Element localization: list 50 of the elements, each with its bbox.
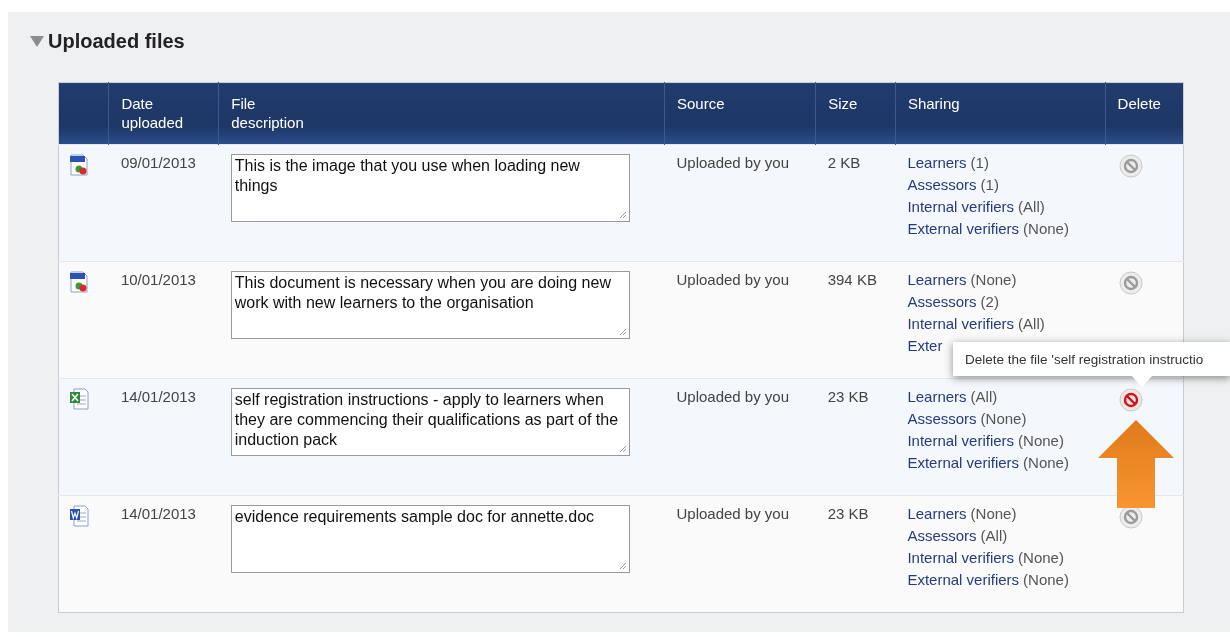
resize-grip-icon[interactable] [617, 210, 627, 219]
description-field[interactable]: This is the image that you use when loading new things [230, 154, 630, 222]
sharing-count: (All) [1018, 197, 1045, 217]
date-text: 14/01/2013 [120, 388, 196, 405]
source-text: Uploaded by you [676, 271, 790, 288]
sharing-count: (1) [970, 153, 989, 173]
sharing-count: (None) [1018, 431, 1064, 451]
sharing-count: (1) [980, 175, 999, 195]
sharing-count: (None) [1018, 548, 1064, 568]
spreadsheet-file-icon [69, 388, 89, 410]
description-field[interactable]: This document is necessary when you are doing new work with new learners to the organisation [230, 271, 630, 339]
source-text: Uploaded by you [676, 388, 790, 405]
size-text: 23 KB [827, 388, 869, 405]
column-header: Sharing [907, 94, 960, 113]
resize-grip-icon[interactable] [617, 561, 627, 570]
collapse-caret-icon[interactable] [30, 35, 44, 47]
size-text: 394 KB [827, 271, 877, 288]
column-header: Size [828, 94, 858, 113]
sharing-count: (All) [970, 387, 998, 407]
description-field[interactable]: self registration instructions - apply to learners when they are commencing their qualifications as part of the induction pack [230, 388, 630, 456]
sharing-count: (2) [980, 292, 999, 312]
delete-icon[interactable] [1119, 154, 1144, 178]
date-text: 10/01/2013 [120, 271, 196, 288]
size-text: 23 KB [827, 505, 869, 522]
sharing-count: (None) [1023, 570, 1069, 590]
column-header: Delete [1117, 94, 1161, 113]
source-text: Uploaded by you [676, 505, 790, 522]
resize-grip-icon[interactable] [617, 444, 627, 453]
date-text: 14/01/2013 [120, 505, 196, 522]
date-text: 09/01/2013 [120, 154, 196, 171]
resize-grip-icon[interactable] [617, 327, 627, 336]
column-header: Date uploaded [121, 94, 185, 132]
sharing-count: (None) [1023, 453, 1069, 473]
source-text: Uploaded by you [676, 154, 790, 171]
image-file-icon [69, 154, 89, 176]
sharing-count: (None) [1023, 219, 1069, 239]
delete-icon[interactable] [1119, 388, 1144, 412]
sharing-count: (None) [970, 504, 1017, 524]
sharing-count: (None) [970, 270, 1017, 290]
column-header: Source [676, 94, 725, 113]
column-header: File description [231, 94, 305, 132]
size-text: 2 KB [827, 154, 861, 171]
sharing-count: (None) [980, 409, 1027, 429]
document-file-icon [69, 505, 89, 527]
image-file-icon [69, 271, 89, 293]
sharing-count: (All) [980, 526, 1008, 546]
sharing-count: (All) [1018, 314, 1045, 334]
delete-icon[interactable] [1119, 271, 1144, 295]
section-title: Uploaded files [48, 29, 185, 53]
description-field[interactable]: evidence requirements sample doc for annette.doc [230, 505, 630, 573]
